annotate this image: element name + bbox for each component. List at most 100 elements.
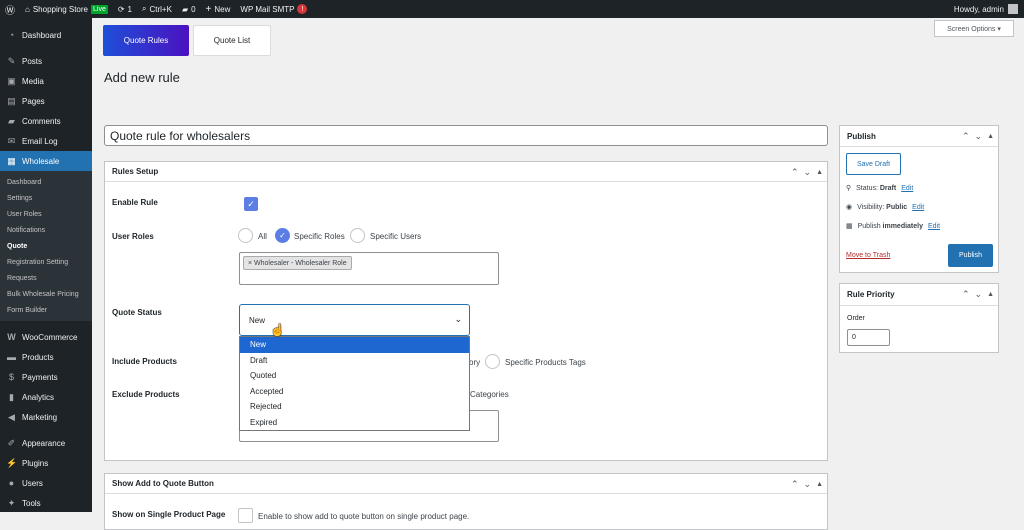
sidebar-item-analytics[interactable]: ▮ Analytics: [0, 387, 92, 407]
chevron-up-icon[interactable]: ⌃: [962, 289, 970, 300]
sidebar-item-appearance[interactable]: ✐ Appearance: [0, 433, 92, 453]
comment-icon: ▰: [181, 4, 189, 14]
submenu-quote[interactable]: Quote: [0, 238, 92, 254]
screen-options-button[interactable]: Screen Options ▾: [934, 20, 1014, 37]
status-option-new[interactable]: New: [240, 337, 469, 353]
exclude-products-label: Exclude Products: [112, 390, 180, 399]
pin-icon: ⚲: [846, 185, 852, 192]
rules-setup-header: Rules Setup ⌃ ⌄ ▲: [105, 162, 827, 182]
sidebar-item-plugins[interactable]: ⚡ Plugins: [0, 453, 92, 473]
sidebar-item-users[interactable]: ● Users: [0, 473, 92, 493]
radio-specific-users[interactable]: [350, 228, 365, 243]
users-icon: ●: [8, 478, 15, 488]
email-icon: ✉: [7, 135, 16, 146]
sidebar-item-products[interactable]: ▬ Products: [0, 347, 92, 367]
toggle-arrow-icon[interactable]: ▲: [987, 133, 994, 140]
sidebar-item-pages[interactable]: ▤ Pages: [0, 91, 92, 111]
sidebar-item-email-log[interactable]: ✉ Email Log: [0, 131, 92, 151]
comments-link[interactable]: ▰ 0: [177, 0, 201, 18]
status-option-accepted[interactable]: Accepted: [240, 384, 469, 400]
dashboard-icon: ◔: [8, 30, 15, 40]
sidebar-item-woocommerce[interactable]: W WooCommerce: [0, 327, 92, 347]
user-roles-label: User Roles: [112, 232, 154, 241]
chevron-up-icon[interactable]: ⌃: [791, 167, 799, 178]
edit-visibility-link[interactable]: Edit: [912, 204, 924, 211]
save-draft-button[interactable]: Save Draft: [846, 153, 901, 175]
radio-specific-products-tags[interactable]: [485, 354, 500, 369]
exclude-categories-partial: Categories: [470, 390, 509, 399]
include-category-partial: ory: [469, 358, 481, 367]
media-icon: ▣: [7, 75, 16, 86]
chevron-up-icon[interactable]: ⌃: [791, 479, 799, 490]
sidebar-item-posts[interactable]: ✎ Posts: [0, 51, 92, 71]
submenu-requests[interactable]: Requests: [0, 270, 92, 286]
radio-all[interactable]: [238, 228, 253, 243]
submenu-form-builder[interactable]: Form Builder: [0, 302, 92, 318]
chevron-up-icon[interactable]: ⌃: [962, 131, 970, 142]
search-icon: ⌕: [142, 4, 147, 13]
move-to-trash-link[interactable]: Move to Trash: [846, 252, 890, 259]
edit-status-link[interactable]: Edit: [901, 185, 913, 192]
tab-quote-rules[interactable]: Quote Rules: [103, 25, 189, 56]
sidebar-item-tools[interactable]: ✦ Tools: [0, 493, 92, 513]
enable-rule-label: Enable Rule: [112, 198, 158, 207]
pin-icon: ✎: [7, 55, 16, 66]
sidebar-item-dashboard[interactable]: ◔ Dashboard: [0, 25, 92, 45]
radio-specific-roles[interactable]: ✓: [275, 228, 290, 243]
sidebar-item-media[interactable]: ▣ Media: [0, 71, 92, 91]
toggle-arrow-icon[interactable]: ▲: [816, 481, 823, 488]
sidebar-item-payments[interactable]: $ Payments: [0, 367, 92, 387]
chevron-down-icon[interactable]: ⌄: [975, 289, 983, 300]
single-product-checkbox[interactable]: [238, 508, 253, 523]
submenu-user-roles[interactable]: User Roles: [0, 206, 92, 222]
chevron-down-icon[interactable]: ⌄: [975, 131, 983, 142]
chevron-down-icon[interactable]: ⌄: [804, 167, 812, 178]
rule-title-input[interactable]: Quote rule for wholesalers: [104, 125, 828, 146]
publish-button[interactable]: Publish: [948, 244, 993, 267]
submenu-dashboard[interactable]: Dashboard: [0, 174, 92, 190]
chevron-down-icon[interactable]: ⌄: [804, 479, 812, 490]
selected-role-tag[interactable]: × Wholesaler - Wholesaler Role: [243, 256, 352, 270]
status-option-quoted[interactable]: Quoted: [240, 368, 469, 384]
marketing-icon: ◀: [8, 411, 15, 422]
status-option-draft[interactable]: Draft: [240, 353, 469, 369]
new-content-link[interactable]: + New: [201, 0, 236, 18]
tab-quote-list[interactable]: Quote List: [193, 25, 271, 56]
calendar-icon: ▦: [846, 223, 853, 230]
toggle-arrow-icon[interactable]: ▲: [816, 169, 823, 176]
avatar: [1008, 4, 1018, 14]
submenu-settings[interactable]: Settings: [0, 190, 92, 206]
plugins-icon: ⚡: [6, 457, 18, 468]
radio-specific-products-tags-label: Specific Products Tags: [505, 358, 586, 367]
updates-link[interactable]: ⟳ 1: [113, 0, 137, 18]
chevron-down-icon: ⌄: [454, 314, 462, 324]
status-option-rejected[interactable]: Rejected: [240, 399, 469, 415]
account-menu[interactable]: Howdy, admin: [954, 0, 1018, 18]
wholesale-submenu: Dashboard Settings User Roles Notificati…: [0, 171, 92, 321]
order-input[interactable]: 0: [847, 329, 890, 346]
analytics-icon: ▮: [9, 391, 14, 402]
home-icon: ⌂: [25, 4, 30, 14]
site-name-link[interactable]: ⌂ Shopping Store Live: [20, 0, 113, 18]
wp-mail-smtp-link[interactable]: WP Mail SMTP !: [235, 0, 312, 18]
user-roles-select[interactable]: × Wholesaler - Wholesaler Role: [239, 252, 499, 285]
submenu-notifications[interactable]: Notifications: [0, 222, 92, 238]
enable-rule-checkbox[interactable]: ✓: [244, 197, 258, 211]
appearance-icon: ✐: [7, 437, 16, 448]
products-icon: ▬: [7, 352, 16, 362]
sidebar-item-comments[interactable]: ▰ Comments: [0, 111, 92, 131]
status-option-expired[interactable]: Expired: [240, 415, 469, 431]
include-products-label: Include Products: [112, 357, 177, 366]
toggle-arrow-icon[interactable]: ▲: [987, 291, 994, 298]
comment-icon: ▰: [8, 115, 15, 126]
tools-icon: ✦: [7, 497, 16, 508]
submenu-registration-setting[interactable]: Registration Setting: [0, 254, 92, 270]
command-search[interactable]: ⌕ Ctrl+K: [137, 0, 177, 18]
rule-priority-box: Rule Priority ⌃ ⌄ ▲ Order 0: [839, 283, 999, 353]
submenu-bulk-wholesale-pricing[interactable]: Bulk Wholesale Pricing: [0, 286, 92, 302]
payments-icon: $: [8, 372, 14, 382]
edit-publish-time-link[interactable]: Edit: [928, 223, 940, 230]
sidebar-item-marketing[interactable]: ◀ Marketing: [0, 407, 92, 427]
wordpress-logo-icon[interactable]: Ⓦ: [0, 0, 20, 18]
sidebar-item-wholesale[interactable]: ▦ Wholesale: [0, 151, 92, 171]
